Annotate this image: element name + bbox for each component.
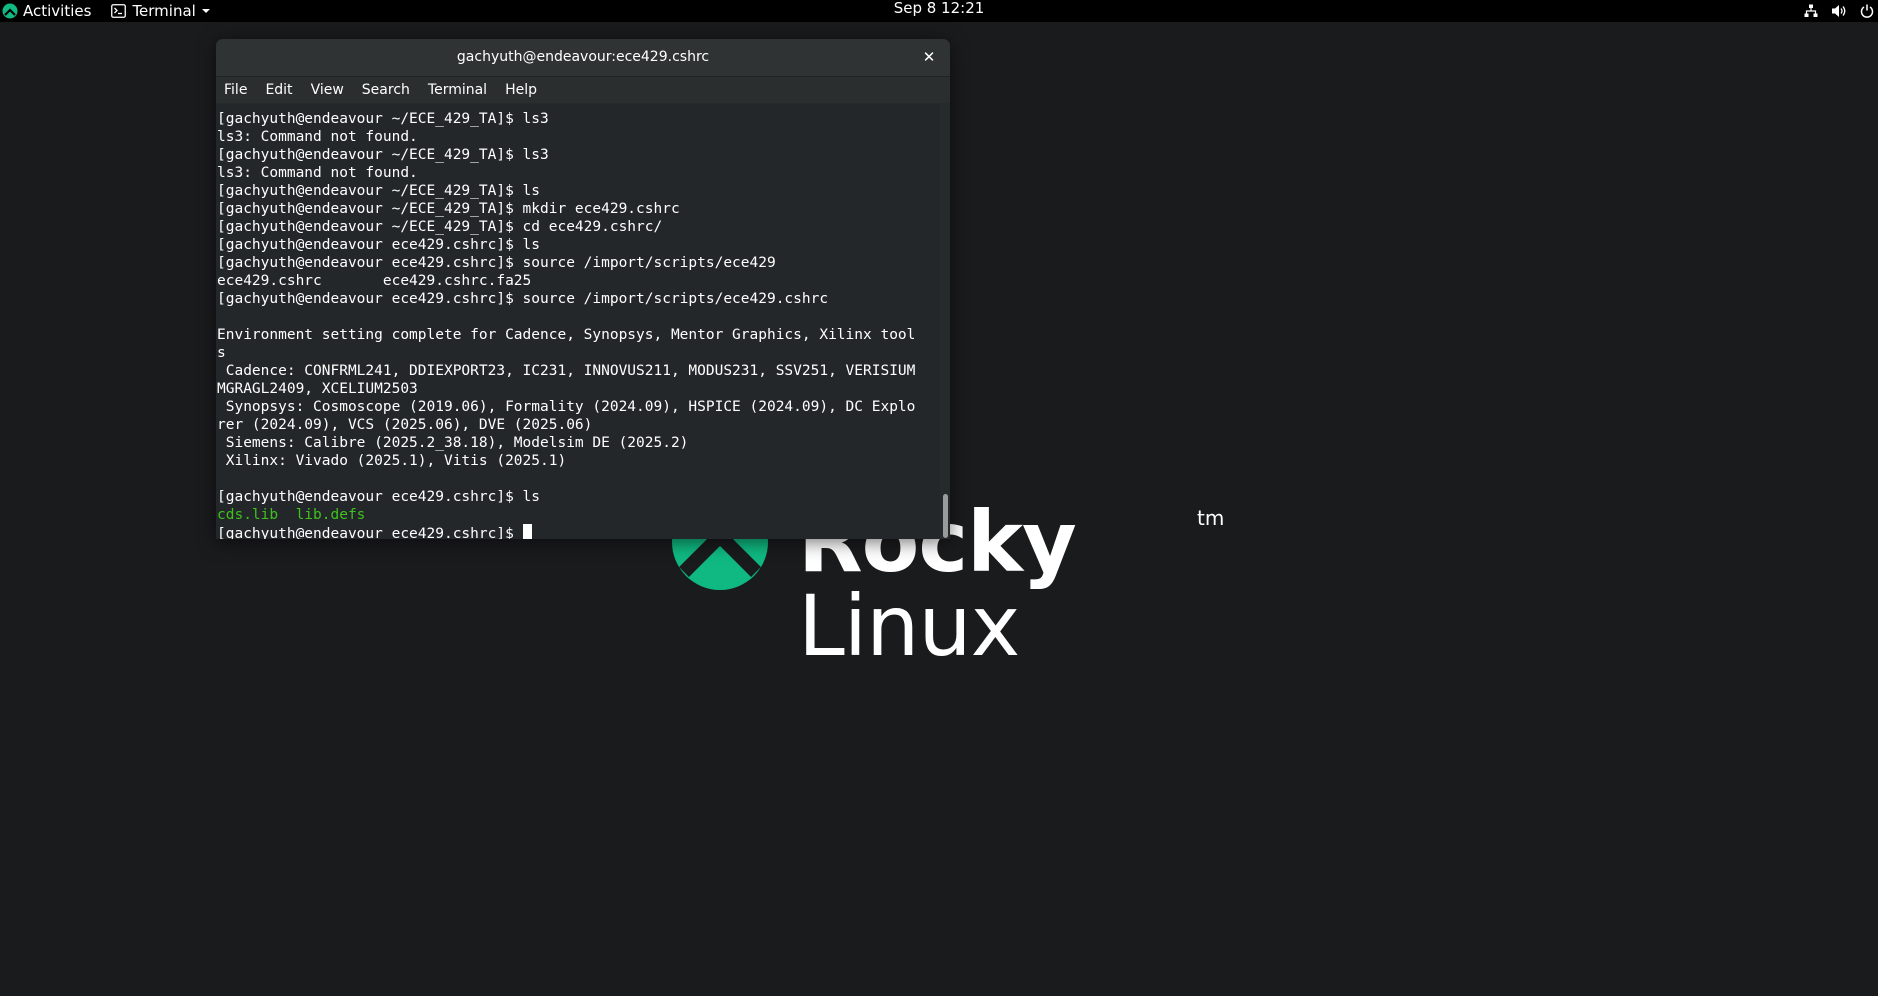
- terminal-line-text: cds.lib lib.defs: [217, 507, 366, 523]
- menu-view[interactable]: View: [302, 82, 353, 98]
- terminal-output[interactable]: [gachyuth@endeavour ~/ECE_429_TA]$ ls3 ls…: [217, 110, 939, 539]
- menu-file[interactable]: File: [216, 82, 256, 98]
- terminal-line: [gachyuth@endeavour ece429.cshrc]$ sourc…: [217, 254, 939, 272]
- terminal-line: Siemens: Calibre (2025.2_38.18), Modelsi…: [217, 434, 939, 452]
- terminal-line-text: [gachyuth@endeavour ece429.cshrc]$ ls: [217, 237, 541, 253]
- terminal-line-text: MGRAGL2409, XCELIUM2503: [217, 381, 418, 397]
- network-icon[interactable]: [1804, 4, 1818, 18]
- terminal-line-text: [gachyuth@endeavour ece429.cshrc]$ ls: [217, 489, 541, 505]
- rocky-logo-icon: [2, 3, 18, 19]
- terminal-line-text: ls3: Command not found.: [217, 129, 418, 145]
- terminal-line: [gachyuth@endeavour ece429.cshrc]$ sourc…: [217, 290, 939, 308]
- terminal-line-text: ece429.cshrc ece429.cshrc.fa25: [217, 273, 532, 289]
- activities-label: Activities: [23, 2, 92, 20]
- terminal-line: MGRAGL2409, XCELIUM2503: [217, 380, 939, 398]
- terminal-line: [gachyuth@endeavour ece429.cshrc]$ ls: [217, 236, 939, 254]
- window-titlebar[interactable]: gachyuth@endeavour:ece429.cshrc ✕: [216, 39, 950, 77]
- terminal-line: rer (2024.09), VCS (2025.06), DVE (2025.…: [217, 416, 939, 434]
- terminal-line: Synopsys: Cosmoscope (2019.06), Formalit…: [217, 398, 939, 416]
- power-icon[interactable]: [1860, 4, 1874, 18]
- clock-container: Sep 8 12:21: [0, 0, 1878, 22]
- terminal-line-text: [gachyuth@endeavour ~/ECE_429_TA]$ ls3: [217, 111, 549, 127]
- clock-button[interactable]: Sep 8 12:21: [894, 0, 985, 17]
- terminal-line: Environment setting complete for Cadence…: [217, 326, 939, 344]
- terminal-line: cds.lib lib.defs: [217, 506, 939, 524]
- terminal-line: [gachyuth@endeavour ~/ECE_429_TA]$ ls3: [217, 146, 939, 164]
- terminal-line: ece429.cshrc ece429.cshrc.fa25: [217, 272, 939, 290]
- terminal-line: ls3: Command not found.: [217, 128, 939, 146]
- terminal-cursor: [522, 524, 532, 539]
- menu-search[interactable]: Search: [353, 82, 419, 98]
- menu-edit[interactable]: Edit: [256, 82, 301, 98]
- terminal-line-text: Cadence: CONFRML241, DDIEXPORT23, IC231,…: [217, 363, 916, 379]
- system-tray[interactable]: [1804, 0, 1874, 22]
- terminal-line-text: [gachyuth@endeavour ece429.cshrc]$: [217, 526, 523, 539]
- menu-bar: File Edit View Search Terminal Help: [216, 77, 950, 103]
- close-icon: ✕: [922, 48, 936, 66]
- menu-terminal[interactable]: Terminal: [419, 82, 496, 98]
- terminal-window[interactable]: gachyuth@endeavour:ece429.cshrc ✕ File E…: [216, 39, 950, 539]
- scrollbar-thumb[interactable]: [943, 494, 948, 538]
- terminal-line-text: Environment setting complete for Cadence…: [217, 327, 916, 343]
- terminal-app-icon: [111, 4, 127, 18]
- terminal-line-text: [gachyuth@endeavour ~/ECE_429_TA]$ ls3: [217, 147, 549, 163]
- volume-icon[interactable]: [1831, 4, 1847, 18]
- terminal-line-text: [gachyuth@endeavour ~/ECE_429_TA]$ ls: [217, 183, 541, 199]
- chevron-down-icon: [201, 9, 210, 13]
- terminal-line: [gachyuth@endeavour ece429.cshrc]$ ls: [217, 488, 939, 506]
- terminal-line-text: Siemens: Calibre (2025.2_38.18), Modelsi…: [217, 435, 689, 451]
- terminal-line: [gachyuth@endeavour ~/ECE_429_TA]$ ls3: [217, 110, 939, 128]
- terminal-line-text: s: [217, 345, 226, 361]
- terminal-line: [gachyuth@endeavour ~/ECE_429_TA]$ ls: [217, 182, 939, 200]
- app-menu-label: Terminal: [132, 2, 196, 20]
- logo-trademark: tm: [1197, 506, 1225, 530]
- menu-help[interactable]: Help: [496, 82, 546, 98]
- terminal-line: ls3: Command not found.: [217, 164, 939, 182]
- terminal-line: [gachyuth@endeavour ~/ECE_429_TA]$ cd ec…: [217, 218, 939, 236]
- window-title: gachyuth@endeavour:ece429.cshrc: [456, 49, 710, 65]
- terminal-line-text: Synopsys: Cosmoscope (2019.06), Formalit…: [217, 399, 916, 415]
- terminal-line: [gachyuth@endeavour ece429.cshrc]$: [217, 524, 939, 539]
- terminal-line: [gachyuth@endeavour ~/ECE_429_TA]$ mkdir…: [217, 200, 939, 218]
- terminal-line: Xilinx: Vivado (2025.1), Vitis (2025.1): [217, 452, 939, 470]
- terminal-line-text: [gachyuth@endeavour ~/ECE_429_TA]$ mkdir…: [217, 201, 680, 217]
- terminal-line: s: [217, 344, 939, 362]
- activities-button[interactable]: Activities: [2, 2, 91, 20]
- terminal-line-text: [gachyuth@endeavour ece429.cshrc]$ sourc…: [217, 291, 829, 307]
- top-bar: Activities Terminal Sep 8 12:21: [0, 0, 1878, 22]
- terminal-line-text: rer (2024.09), VCS (2025.06), DVE (2025.…: [217, 417, 593, 433]
- terminal-line-text: Xilinx: Vivado (2025.1), Vitis (2025.1): [217, 453, 567, 469]
- terminal-body[interactable]: [gachyuth@endeavour ~/ECE_429_TA]$ ls3 ls…: [216, 104, 940, 539]
- logo-word-linux: Linux: [798, 577, 1020, 675]
- terminal-line-text: [gachyuth@endeavour ~/ECE_429_TA]$ cd ec…: [217, 219, 663, 235]
- terminal-line: Cadence: CONFRML241, DDIEXPORT23, IC231,…: [217, 362, 939, 380]
- scrollbar[interactable]: [940, 104, 950, 539]
- terminal-line-text: [gachyuth@endeavour ece429.cshrc]$ sourc…: [217, 255, 776, 271]
- close-button[interactable]: ✕: [917, 45, 941, 69]
- app-menu-terminal[interactable]: Terminal: [111, 2, 211, 20]
- terminal-line-text: ls3: Command not found.: [217, 165, 418, 181]
